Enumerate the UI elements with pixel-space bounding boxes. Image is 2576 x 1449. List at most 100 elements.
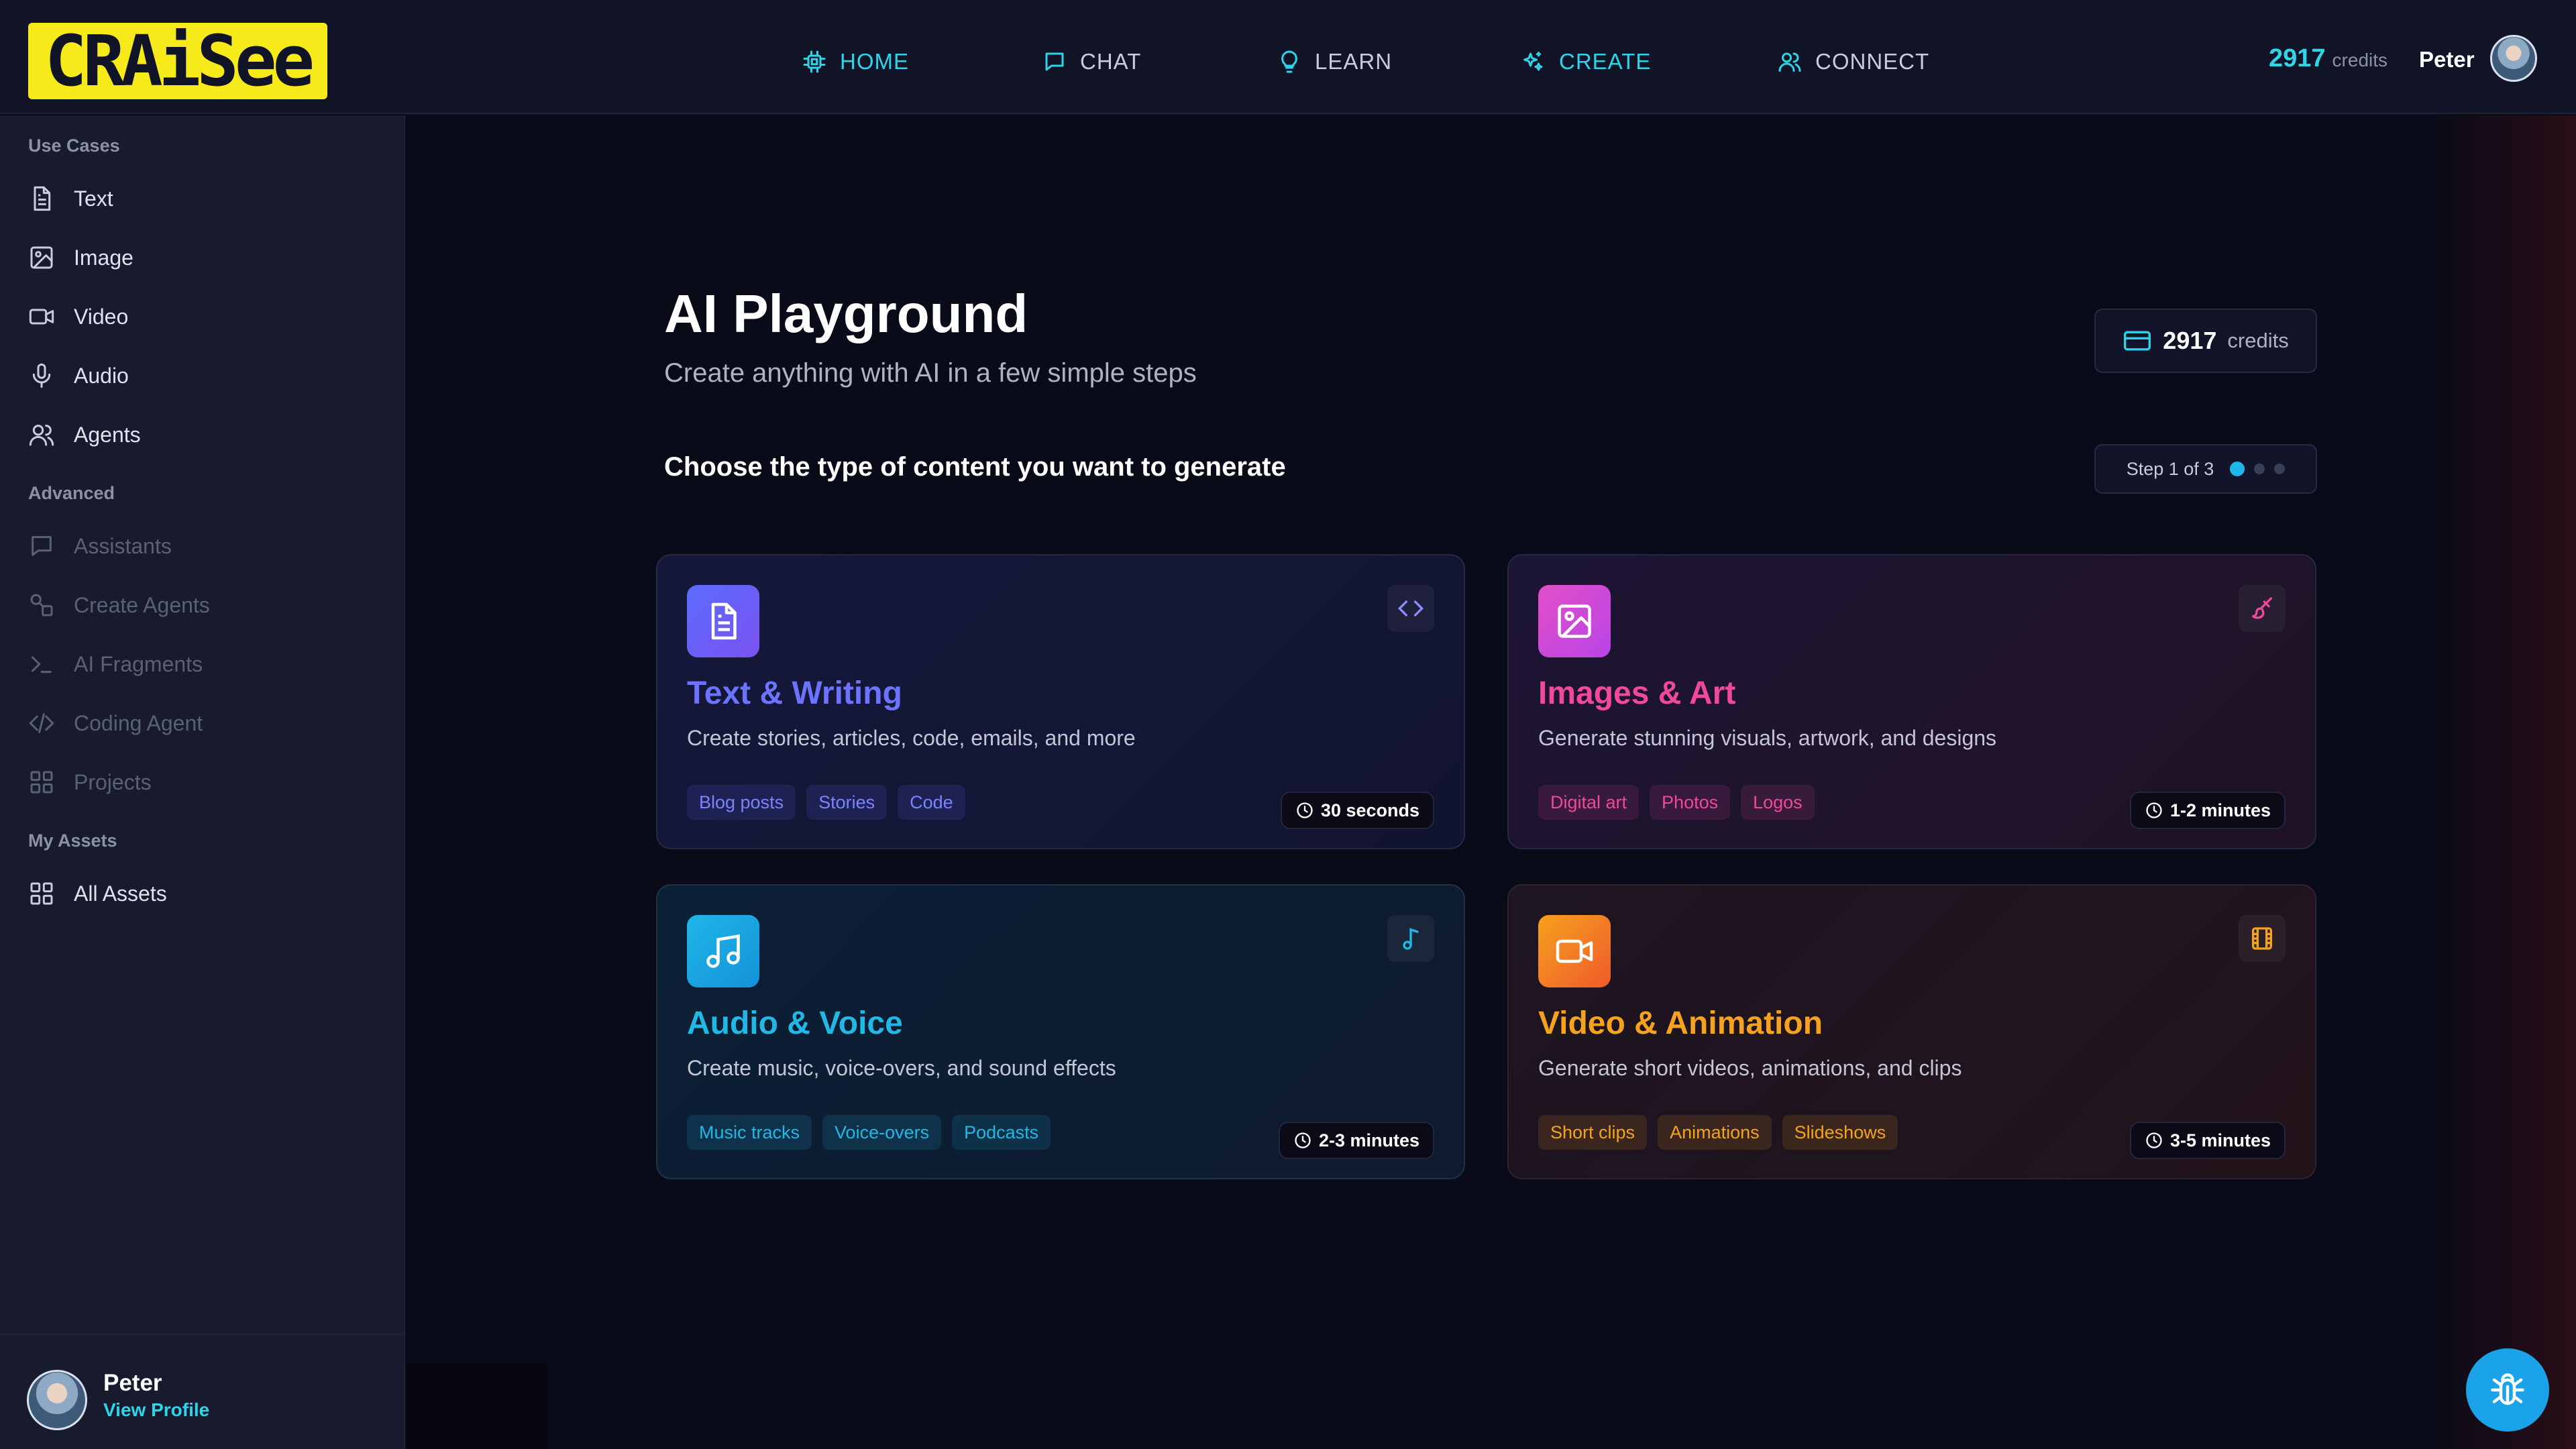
sidebar-item-all-assets[interactable]: All Assets — [28, 875, 377, 912]
code-icon — [1387, 585, 1434, 632]
card-description: Generate stunning visuals, artwork, and … — [1538, 726, 1997, 750]
chat-bubble-icon — [28, 533, 55, 559]
document-icon — [687, 585, 759, 657]
sidebar-section-use-cases: Use Cases — [28, 136, 120, 156]
credits-label: credits — [2227, 329, 2289, 352]
step-dot-1 — [2230, 462, 2245, 476]
time-estimate: 2-3 minutes — [1318, 1130, 1419, 1150]
clock-icon — [1293, 1131, 1312, 1150]
time-estimate-badge: 1-2 minutes — [2129, 792, 2286, 829]
credits-label: credits — [2332, 50, 2388, 70]
tag: Digital art — [1538, 785, 1640, 820]
nav-chat[interactable]: CHAT — [1042, 43, 1141, 80]
tag: Animations — [1658, 1115, 1772, 1150]
tag: Blog posts — [687, 785, 796, 820]
nav-create-label: CREATE — [1559, 49, 1652, 74]
tag: Logos — [1741, 785, 1815, 820]
main-content: AI Playground Create anything with AI in… — [407, 115, 2576, 1449]
sidebar-item-label: Video — [74, 304, 129, 329]
sidebar-item-label: All Assets — [74, 881, 167, 906]
avatar[interactable] — [2490, 35, 2537, 82]
time-estimate: 3-5 minutes — [2169, 1130, 2271, 1150]
sidebar-profile: Peter View Profile — [0, 1334, 405, 1449]
nav-connect[interactable]: CONNECT — [1778, 43, 1929, 80]
sidebar-item-agents[interactable]: Agents — [28, 416, 377, 453]
tag: Photos — [1650, 785, 1731, 820]
sidebar: Use Cases Text Image Video Audio Agents … — [0, 115, 405, 1449]
image-icon — [28, 244, 55, 271]
step-label: Step 1 of 3 — [2126, 458, 2214, 479]
card-tags: Music tracks Voice-overs Podcasts — [687, 1115, 1051, 1150]
card-title: Images & Art — [1538, 676, 1736, 711]
users-icon — [28, 421, 55, 448]
sidebar-section-my-assets: My Assets — [28, 830, 117, 851]
paintbrush-icon — [2239, 585, 2286, 632]
card-description: Create music, voice-overs, and sound eff… — [687, 1056, 1116, 1080]
card-tags: Short clips Animations Slideshows — [1538, 1115, 1898, 1150]
bug-report-button[interactable] — [2466, 1348, 2549, 1432]
sidebar-item-assistants[interactable]: Assistants — [28, 527, 377, 565]
credit-card-icon — [2123, 326, 2152, 356]
sidebar-item-ai-fragments[interactable]: AI Fragments — [28, 645, 377, 683]
user-name[interactable]: Peter — [2419, 47, 2475, 72]
sidebar-item-label: Image — [74, 245, 133, 270]
card-description: Create stories, articles, code, emails, … — [687, 726, 1136, 750]
card-title: Text & Writing — [687, 676, 902, 711]
music-note-icon — [1387, 915, 1434, 962]
sidebar-item-label: Text — [74, 186, 113, 211]
time-estimate: 30 seconds — [1320, 800, 1419, 820]
app-logo[interactable]: CRAiSee — [28, 23, 327, 99]
sidebar-item-image[interactable]: Image — [28, 239, 377, 276]
nav-learn-label: LEARN — [1315, 49, 1393, 74]
sidebar-item-create-agents[interactable]: Create Agents — [28, 586, 377, 624]
tag: Code — [898, 785, 965, 820]
card-audio-voice[interactable]: Audio & Voice Create music, voice-overs,… — [656, 884, 1465, 1179]
sidebar-section-advanced: Advanced — [28, 483, 115, 503]
tag: Stories — [806, 785, 888, 820]
image-icon — [1538, 585, 1611, 657]
tag: Podcasts — [952, 1115, 1051, 1150]
users-icon — [1778, 50, 1802, 74]
page-title: AI Playground — [664, 284, 1028, 343]
sidebar-item-label: AI Fragments — [74, 651, 203, 676]
sidebar-item-label: Create Agents — [74, 592, 210, 617]
time-estimate-badge: 2-3 minutes — [1278, 1122, 1434, 1159]
top-bar: CRAiSee HOME CHAT LEARN CREATE CONNECT 2… — [0, 0, 2576, 114]
nav-chat-label: CHAT — [1080, 49, 1142, 74]
card-video-animation[interactable]: Video & Animation Generate short videos,… — [1507, 884, 2316, 1179]
clock-icon — [1295, 801, 1314, 820]
sidebar-item-label: Audio — [74, 363, 129, 388]
step-dot-3 — [2274, 464, 2286, 474]
card-title: Audio & Voice — [687, 1006, 903, 1041]
card-images-art[interactable]: Images & Art Generate stunning visuals, … — [1507, 554, 2316, 849]
nav-create[interactable]: CREATE — [1521, 43, 1651, 80]
sidebar-item-text[interactable]: Text — [28, 180, 377, 217]
microphone-icon — [28, 362, 55, 389]
sidebar-item-label: Agents — [74, 422, 141, 447]
tag: Music tracks — [687, 1115, 812, 1150]
sidebar-item-projects[interactable]: Projects — [28, 763, 377, 801]
sidebar-item-label: Coding Agent — [74, 710, 203, 735]
nav-learn[interactable]: LEARN — [1277, 43, 1392, 80]
card-tags: Blog posts Stories Code — [687, 785, 965, 820]
cpu-icon — [802, 50, 826, 74]
view-profile-link[interactable]: View Profile — [103, 1399, 209, 1421]
card-tags: Digital art Photos Logos — [1538, 785, 1815, 820]
card-text-writing[interactable]: Text & Writing Create stories, articles,… — [656, 554, 1465, 849]
film-icon — [2239, 915, 2286, 962]
background-patch — [407, 1363, 547, 1449]
sidebar-item-coding-agent[interactable]: Coding Agent — [28, 704, 377, 742]
credits-value: 2917 — [2163, 327, 2217, 354]
nav-home[interactable]: HOME — [802, 43, 909, 80]
credits-indicator: 2917 credits — [2269, 44, 2387, 79]
sidebar-item-video[interactable]: Video — [28, 298, 377, 335]
time-estimate: 1-2 minutes — [2169, 800, 2271, 820]
credits-value: 2917 — [2269, 44, 2326, 72]
step-indicator: Step 1 of 3 — [2094, 444, 2317, 494]
bug-icon — [2487, 1370, 2528, 1410]
avatar[interactable] — [27, 1370, 87, 1430]
document-icon — [28, 185, 55, 212]
terminal-icon — [28, 651, 55, 678]
shapes-icon — [28, 592, 55, 619]
sidebar-item-audio[interactable]: Audio — [28, 357, 377, 394]
